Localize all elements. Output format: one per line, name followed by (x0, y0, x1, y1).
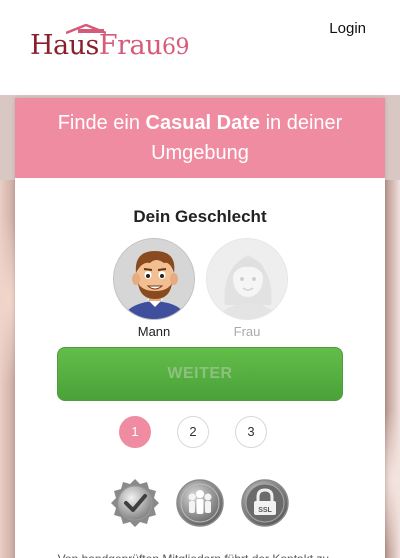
logo-wordmark: HausFrau69 (30, 30, 190, 61)
site-header: HausFrau69 Login (0, 0, 400, 95)
male-avatar-icon (113, 238, 195, 320)
step-1[interactable]: 1 (119, 416, 151, 448)
community-members-badge-icon (176, 479, 224, 527)
gender-option-male[interactable]: Mann (112, 238, 196, 339)
gender-option-female[interactable]: Frau (205, 238, 289, 339)
logo-frau-text: Frau (98, 30, 163, 61)
trust-badges: SSL (15, 478, 385, 532)
site-logo[interactable]: HausFrau69 (30, 24, 220, 68)
step-3[interactable]: 3 (235, 416, 267, 448)
login-link[interactable]: Login (329, 20, 366, 37)
registration-card: Finde ein Casual Date in deiner Umgebung… (15, 98, 385, 558)
continue-button[interactable]: WEITER (57, 347, 343, 401)
card-headline: Finde ein Casual Date in deiner Umgebung (15, 98, 385, 178)
step-indicator: 1 2 3 (15, 416, 385, 448)
female-avatar-icon (206, 238, 288, 320)
ssl-badge-text: SSL (258, 507, 272, 514)
gender-label-female: Frau (233, 324, 261, 339)
footer-text: Von handgeprüften Mitgliedern führt der … (15, 548, 385, 558)
logo-haus-text: Haus (30, 30, 99, 61)
logo-number-text: 69 (162, 35, 190, 60)
ssl-lock-badge-icon: SSL (241, 479, 289, 527)
headline-bold: Casual Date (145, 112, 261, 134)
gender-label-male: Mann (137, 324, 171, 339)
step-2[interactable]: 2 (177, 416, 209, 448)
gender-title: Dein Geschlecht (133, 207, 267, 226)
headline-pre: Finde ein (57, 112, 146, 134)
verified-check-badge-icon (111, 479, 159, 527)
